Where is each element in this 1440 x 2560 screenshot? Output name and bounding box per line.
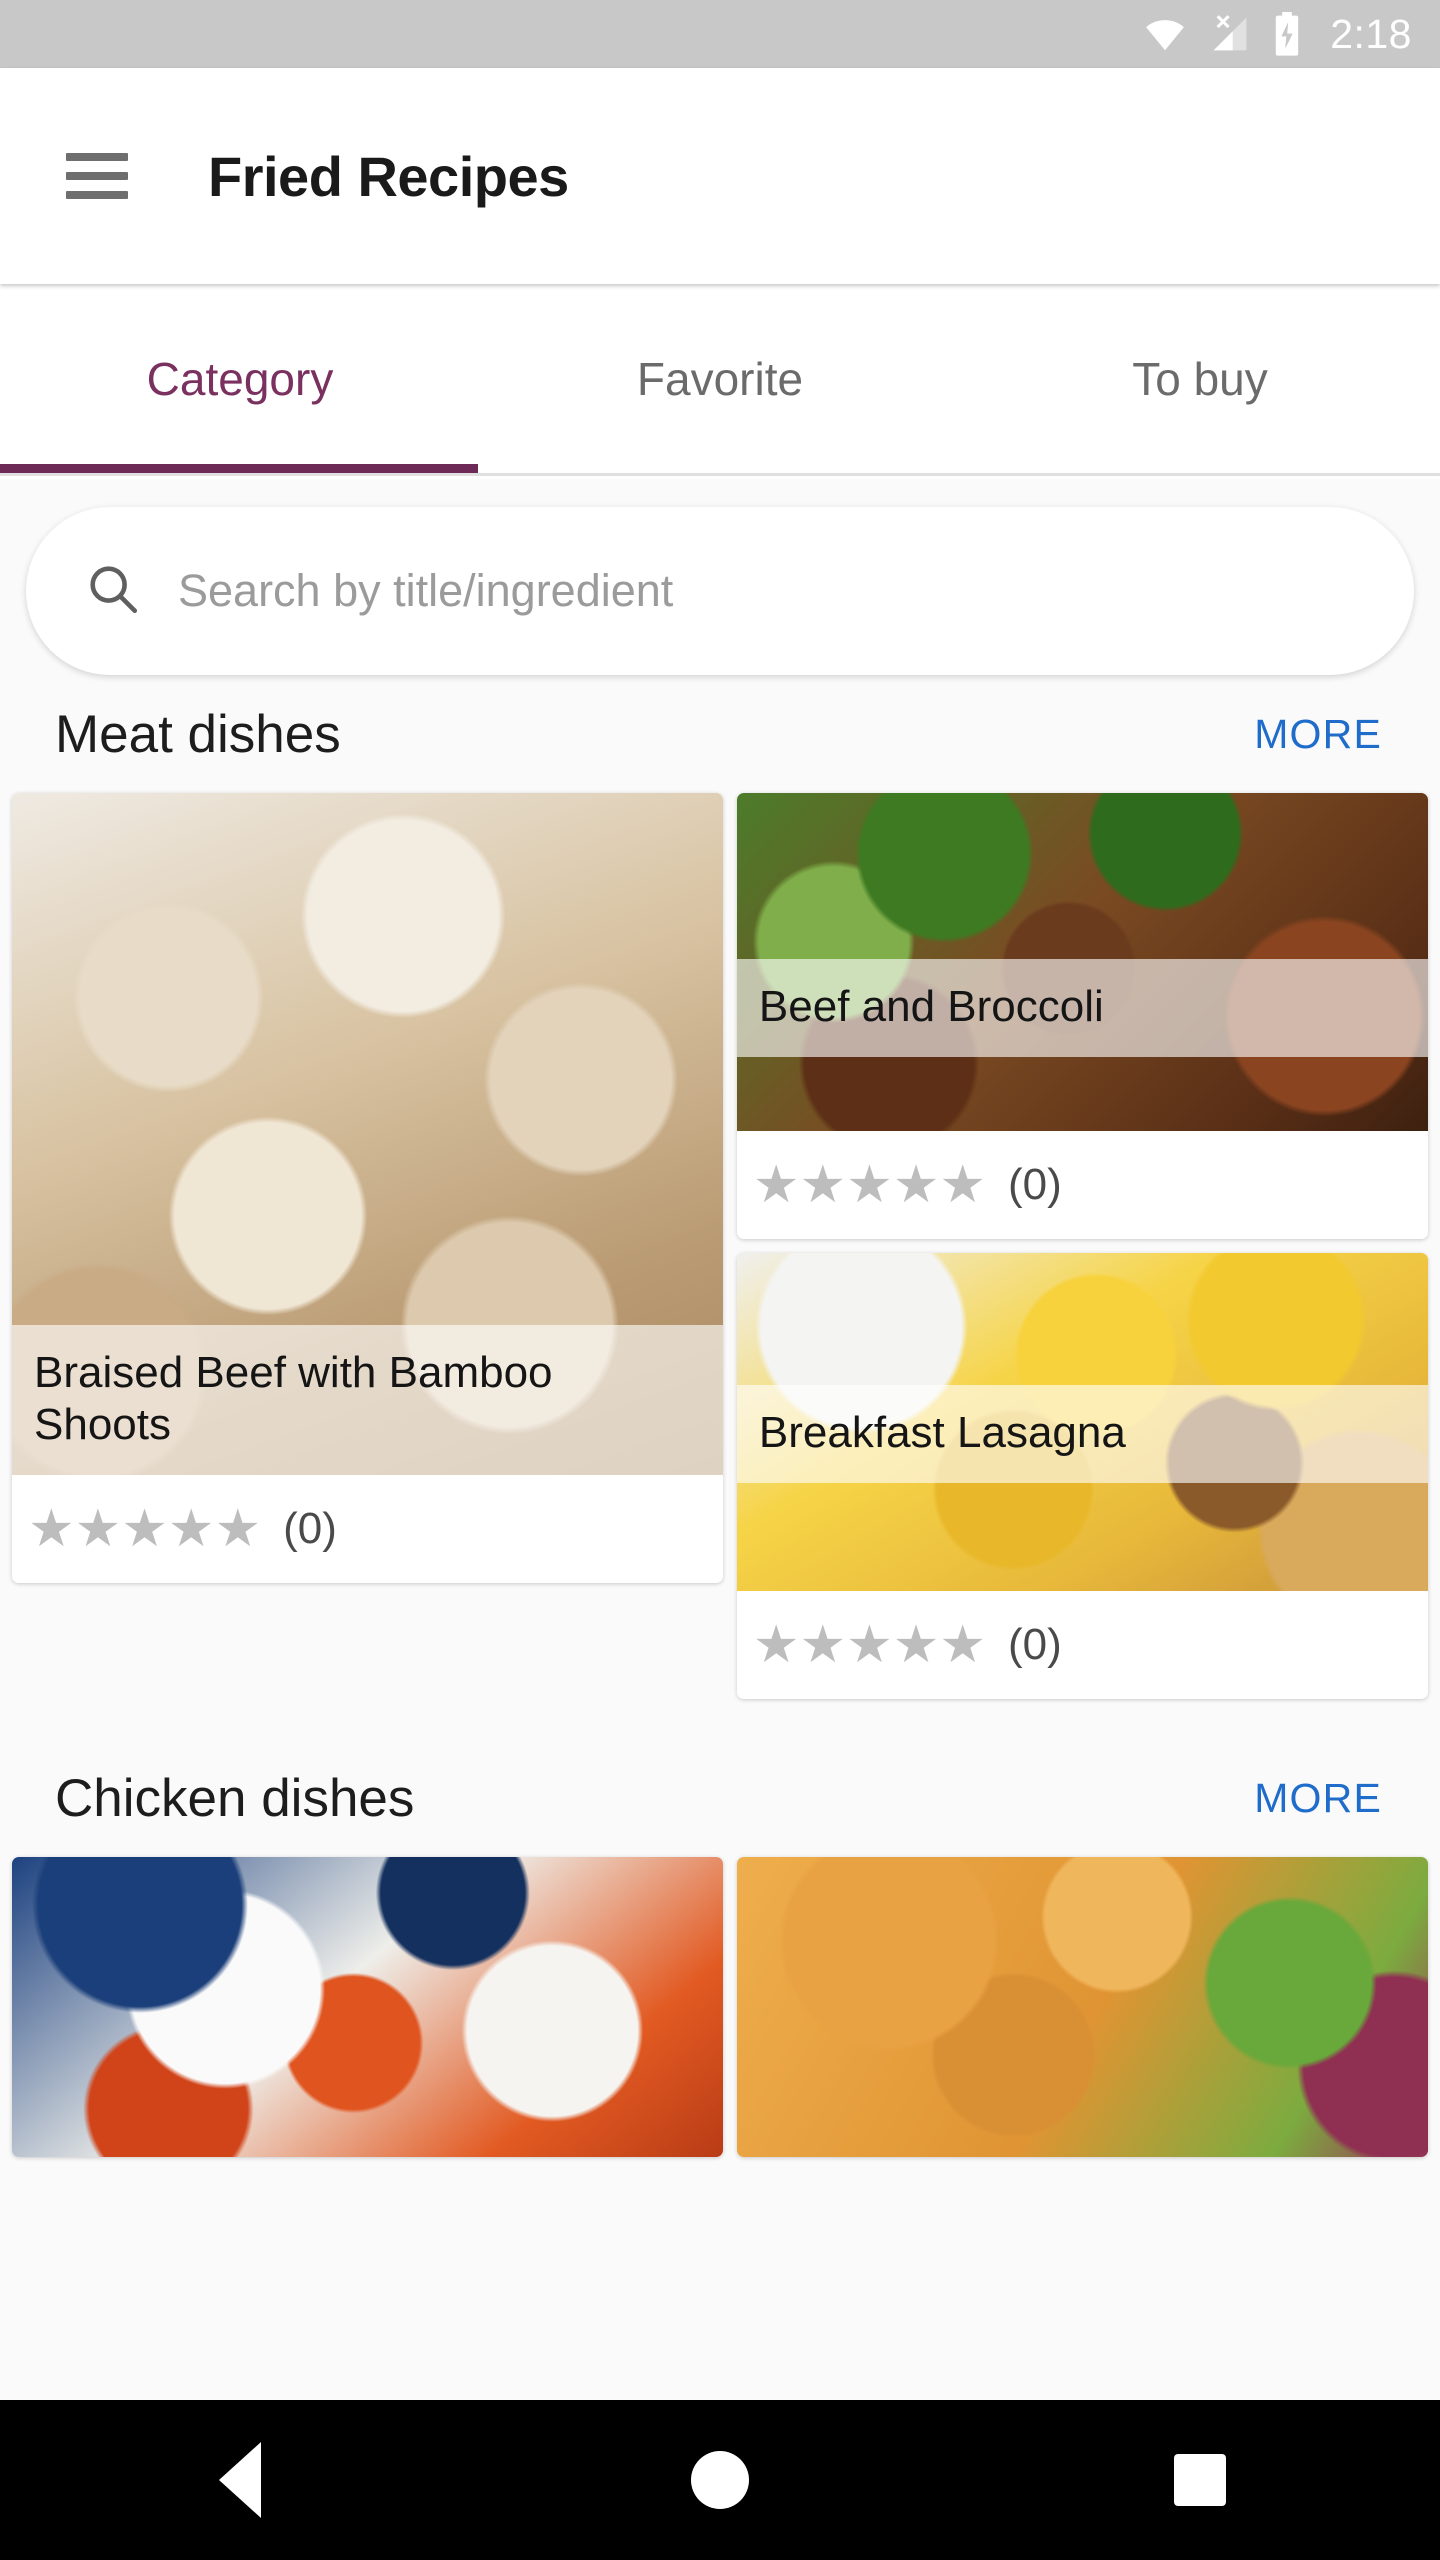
recipe-image xyxy=(12,1857,723,2157)
recipe-rating[interactable]: ★★★★★ (0) xyxy=(12,1475,723,1583)
android-navigation-bar xyxy=(0,2400,1440,2560)
tab-active-indicator xyxy=(0,464,478,473)
recipe-card[interactable]: Braised Beef with Bamboo Shoots ★★★★★ (0… xyxy=(12,793,723,1583)
section-title: Meat dishes xyxy=(55,704,341,764)
recipe-image: Breakfast Lasagna xyxy=(736,1253,1428,1591)
back-triangle-icon xyxy=(219,2442,261,2518)
recipe-image: Braised Beef with Bamboo Shoots xyxy=(12,793,723,1475)
recipe-card[interactable]: Beef and Broccoli ★★★★★ (0) xyxy=(736,793,1428,1239)
signal-no-sim-icon xyxy=(1208,14,1252,54)
grid-column-right xyxy=(736,1857,1428,2157)
tab-category[interactable]: Category xyxy=(0,284,480,473)
recipe-card[interactable] xyxy=(736,1857,1428,2157)
scroll-content[interactable]: Search by title/ingredient Meat dishes M… xyxy=(0,479,1440,2400)
rating-count: (0) xyxy=(1008,1620,1062,1669)
recipe-rating[interactable]: ★★★★★ (0) xyxy=(736,1131,1428,1239)
hamburger-menu-icon[interactable] xyxy=(66,153,128,199)
more-link-meat-dishes[interactable]: MORE xyxy=(1254,711,1410,758)
recents-square-icon xyxy=(1174,2454,1226,2506)
recipe-card[interactable]: Breakfast Lasagna ★★★★★ (0) xyxy=(736,1253,1428,1699)
nav-recents-button[interactable] xyxy=(960,2454,1440,2506)
tab-to-buy[interactable]: To buy xyxy=(960,284,1440,473)
more-link-chicken-dishes[interactable]: MORE xyxy=(1254,1775,1410,1822)
recipe-grid-chicken-dishes xyxy=(0,1857,1440,2157)
grid-column-right: Beef and Broccoli ★★★★★ (0) Breakfast La… xyxy=(736,793,1428,1699)
recipe-rating[interactable]: ★★★★★ (0) xyxy=(736,1591,1428,1699)
app-bar: Fried Recipes xyxy=(0,68,1440,284)
recipe-image xyxy=(736,1857,1428,2157)
nav-home-button[interactable] xyxy=(480,2451,960,2509)
recipe-title: Braised Beef with Bamboo Shoots xyxy=(12,1325,723,1475)
tab-to-buy-label: To buy xyxy=(1132,352,1268,405)
rating-count: (0) xyxy=(283,1504,337,1553)
star-rating: ★★★★★ xyxy=(752,1616,987,1674)
recipe-title: Breakfast Lasagna xyxy=(736,1385,1428,1483)
section-title: Chicken dishes xyxy=(55,1768,415,1828)
battery-charging-icon xyxy=(1272,12,1302,56)
recipe-card[interactable] xyxy=(12,1857,723,2157)
tab-favorite-label: Favorite xyxy=(636,352,804,405)
section-header-meat-dishes: Meat dishes MORE xyxy=(0,675,1440,793)
search-placeholder: Search by title/ingredient xyxy=(178,565,674,616)
recipe-title: Beef and Broccoli xyxy=(736,959,1428,1057)
search-icon xyxy=(84,560,142,623)
nav-back-button[interactable] xyxy=(0,2442,480,2518)
grid-column-left xyxy=(12,1857,723,2157)
home-circle-icon xyxy=(691,2451,749,2509)
section-header-chicken-dishes: Chicken dishes MORE xyxy=(0,1739,1440,1857)
search-section: Search by title/ingredient xyxy=(0,479,1440,675)
recipe-image: Beef and Broccoli xyxy=(736,793,1428,1131)
star-rating: ★★★★★ xyxy=(752,1156,987,1214)
tab-category-label: Category xyxy=(146,352,334,405)
tab-favorite[interactable]: Favorite xyxy=(480,284,960,473)
tab-bar: Category Favorite To buy xyxy=(0,284,1440,476)
grid-column-left: Braised Beef with Bamboo Shoots ★★★★★ (0… xyxy=(12,793,723,1583)
status-bar-clock: 2:18 xyxy=(1330,10,1412,57)
search-input[interactable]: Search by title/ingredient xyxy=(26,507,1414,675)
page-title: Fried Recipes xyxy=(208,144,569,208)
status-bar: 2:18 xyxy=(0,0,1440,68)
wifi-icon xyxy=(1142,16,1188,52)
recipe-grid-meat-dishes: Braised Beef with Bamboo Shoots ★★★★★ (0… xyxy=(0,793,1440,1699)
rating-count: (0) xyxy=(1008,1160,1062,1209)
star-rating: ★★★★★ xyxy=(28,1500,262,1558)
